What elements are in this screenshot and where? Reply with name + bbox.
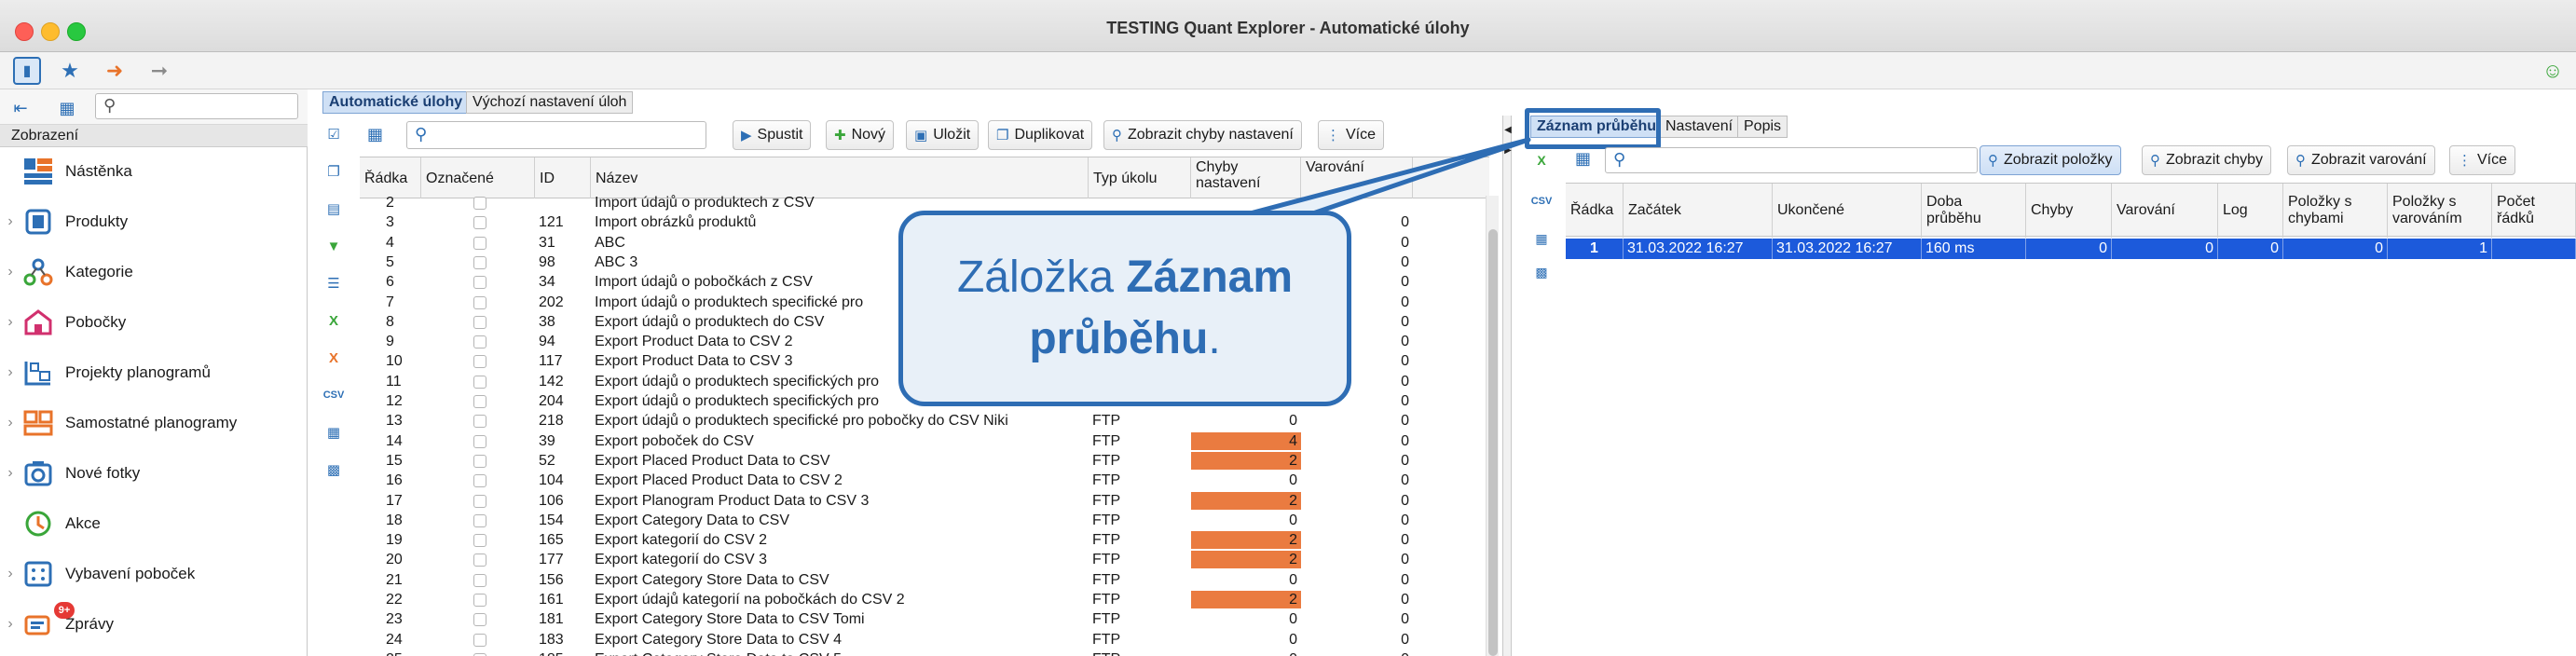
callout-text-suffix: .: [1208, 314, 1221, 363]
annotation-callout: Záložka Záznam průběhu.: [898, 211, 1351, 406]
callout-text-prefix: Záložka: [956, 253, 1127, 302]
callout-text: Záložka Záznam průběhu.: [903, 247, 1347, 370]
